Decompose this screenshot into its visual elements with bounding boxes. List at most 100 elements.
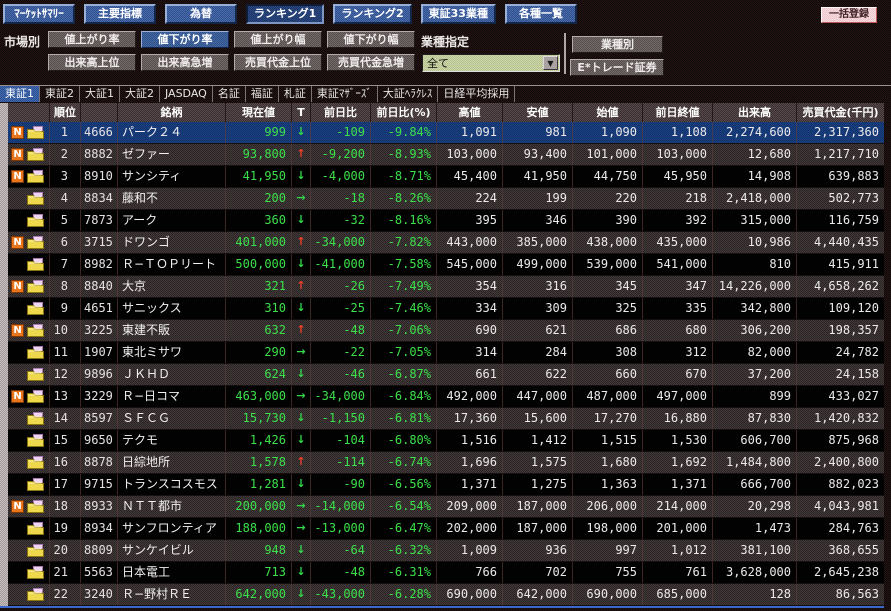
table-row[interactable]: N14666パーク２４999↓-109-9.84%1,0919811,0901,…	[8, 122, 884, 144]
table-row[interactable]: N198934サンフロンティア188,000→-13,000-6.47%202,…	[8, 518, 884, 540]
volume-filter-button[interactable]: 売買代金上位	[234, 54, 322, 71]
folder-icon[interactable]	[27, 434, 44, 447]
table-row[interactable]: N148597ＳＦＣＧ15,730↓-1,150-6.81%17,36015,6…	[8, 408, 884, 430]
tick-direction-flat-icon: →	[292, 188, 311, 209]
market-tab[interactable]: 札証	[279, 86, 312, 102]
folder-icon[interactable]	[27, 280, 44, 293]
volume-filter-button[interactable]: 出来高上位	[48, 54, 136, 71]
cell-val: 24,158	[797, 364, 884, 385]
cell-price: 290	[226, 342, 292, 363]
rank-filter-button[interactable]: 値上がり幅	[234, 31, 322, 48]
nav-button[interactable]: 東証33業種	[421, 4, 496, 24]
market-tab[interactable]: 東証ﾏｻﾞｰｽﾞ	[312, 86, 378, 102]
rank-filter-button[interactable]: 値下がり幅	[327, 31, 415, 48]
folder-icon[interactable]	[27, 500, 44, 513]
cell-chg: -25	[311, 298, 371, 319]
news-icon[interactable]: N	[11, 170, 24, 183]
folder-icon[interactable]	[27, 346, 44, 359]
table-row[interactable]: N111907東北ミサワ290→-22-7.05%31428430831282,…	[8, 342, 884, 364]
news-icon[interactable]: N	[11, 236, 24, 249]
folder-icon[interactable]	[27, 412, 44, 425]
cell-prev: 218	[643, 188, 713, 209]
folder-icon[interactable]	[27, 324, 44, 337]
market-tab[interactable]: 東証2	[40, 86, 80, 102]
cell-high: 766	[437, 562, 503, 583]
table-row[interactable]: N208809サンケイビル948↓-64-6.32%1,0099369971,0…	[8, 540, 884, 562]
rank-filter-button[interactable]: 値下がり率	[141, 31, 229, 48]
cell-name: 東建不販	[118, 320, 226, 341]
market-tab[interactable]: 名証	[213, 86, 246, 102]
cell-pct: -6.80%	[371, 430, 437, 451]
table-row[interactable]: N159650テクモ1,426↓-104-6.80%1,5161,4121,51…	[8, 430, 884, 452]
table-row[interactable]: N103225東建不販632↑-48-7.06%690621686680306,…	[8, 320, 884, 342]
folder-icon[interactable]	[27, 368, 44, 381]
table-row[interactable]: N57873アーク360↓-32-8.16%395346390392315,00…	[8, 210, 884, 232]
table-row[interactable]: N168878日綜地所1,578↑-114-6.74%1,6961,5751,6…	[8, 452, 884, 474]
news-icon[interactable]: N	[11, 148, 24, 161]
cell-rank: 16	[50, 452, 81, 473]
volume-filter-button[interactable]: 売買代金急増	[327, 54, 415, 71]
table-row[interactable]: N88840大京321↑-26-7.49%35431634534714,226,…	[8, 276, 884, 298]
nav-button[interactable]: ランキング1	[246, 4, 324, 24]
broker-button[interactable]: E*トレード証券	[570, 59, 664, 76]
table-row[interactable]: N223240Ｒ−野村ＲＥ642,000↓-43,000-6.28%690,00…	[8, 584, 884, 606]
table-row[interactable]: N94651サニックス310↓-25-7.46%334309325335342,…	[8, 298, 884, 320]
folder-icon[interactable]	[27, 588, 44, 601]
industry-category-button[interactable]: 業種別	[572, 36, 663, 53]
folder-icon[interactable]	[27, 456, 44, 469]
market-tab[interactable]: 大証2	[120, 86, 160, 102]
folder-icon[interactable]	[27, 566, 44, 579]
cell-icons: N	[8, 166, 50, 187]
table-row[interactable]: N188933ＮＴＴ都市200,000→-14,000-6.54%209,000…	[8, 496, 884, 518]
news-icon[interactable]: N	[11, 280, 24, 293]
nav-button[interactable]: 主要指標	[84, 4, 156, 24]
news-icon[interactable]: N	[11, 126, 24, 139]
batch-register-button[interactable]: 一括登録	[821, 7, 877, 23]
folder-icon[interactable]	[27, 126, 44, 139]
market-tab[interactable]: 福証	[246, 86, 279, 102]
column-header-prev: 前日終値	[643, 103, 713, 122]
volume-filter-button[interactable]: 出来高急増	[141, 54, 229, 71]
nav-button[interactable]: 各種一覧	[505, 4, 577, 24]
folder-icon[interactable]	[27, 544, 44, 557]
market-tab[interactable]: JASDAQ	[160, 86, 213, 102]
market-tab[interactable]: 日経平均採用	[438, 86, 515, 102]
cell-high: 395	[437, 210, 503, 231]
rank-filter-button[interactable]: 値上がり率	[48, 31, 136, 48]
folder-icon[interactable]	[27, 390, 44, 403]
cell-rank: 15	[50, 430, 81, 451]
tick-direction-down-icon: ↓	[292, 430, 311, 451]
market-tab[interactable]: 大証ﾍﾗｸﾚｽ	[378, 86, 439, 102]
folder-icon[interactable]	[27, 236, 44, 249]
dropdown-arrow-icon[interactable]: ▼	[543, 56, 558, 70]
table-row[interactable]: N179715トランスコスモス1,281↓-90-6.56%1,3711,275…	[8, 474, 884, 496]
table-row[interactable]: N78982Ｒ−ＴＯＰリート500,000↓-41,000-7.58%545,0…	[8, 254, 884, 276]
market-tab[interactable]: 大証1	[80, 86, 120, 102]
folder-icon[interactable]	[27, 522, 44, 535]
table-row[interactable]: N129896ＪＫＨＤ624↓-46-6.87%66162266067037,2…	[8, 364, 884, 386]
folder-icon[interactable]	[27, 148, 44, 161]
industry-dropdown[interactable]: 全て ▼	[422, 54, 560, 72]
folder-icon[interactable]	[27, 258, 44, 271]
table-row[interactable]: N38910サンシティ41,950↓-4,000-8.71%45,40041,9…	[8, 166, 884, 188]
table-row[interactable]: N215563日本電工713↓-48-6.31%7667027557613,62…	[8, 562, 884, 584]
nav-button[interactable]: ランキング2	[333, 4, 411, 24]
market-tab[interactable]: 東証1	[0, 86, 40, 102]
nav-button[interactable]: ﾏｰｹｯﾄｻﾏﾘｰ	[3, 4, 75, 24]
table-row[interactable]: N63715ドワンゴ401,000↑-34,000-7.82%443,00038…	[8, 232, 884, 254]
folder-icon[interactable]	[27, 170, 44, 183]
news-icon[interactable]: N	[11, 390, 24, 403]
folder-icon[interactable]	[27, 214, 44, 227]
nav-button[interactable]: 為替	[165, 4, 237, 24]
cell-open: 206,000	[573, 496, 643, 517]
folder-icon[interactable]	[27, 192, 44, 205]
news-icon[interactable]: N	[11, 500, 24, 513]
folder-icon[interactable]	[27, 478, 44, 491]
cell-high: 661	[437, 364, 503, 385]
table-row[interactable]: N48834藤和不200→-18-8.26%2241992202182,418,…	[8, 188, 884, 210]
cell-pct: -6.81%	[371, 408, 437, 429]
folder-icon[interactable]	[27, 302, 44, 315]
table-row[interactable]: N133229Ｒ−日コマ463,000→-34,000-6.84%492,000…	[8, 386, 884, 408]
table-row[interactable]: N28882ゼファー93,800↑-9,200-8.93%103,00093,4…	[8, 144, 884, 166]
news-icon[interactable]: N	[11, 324, 24, 337]
